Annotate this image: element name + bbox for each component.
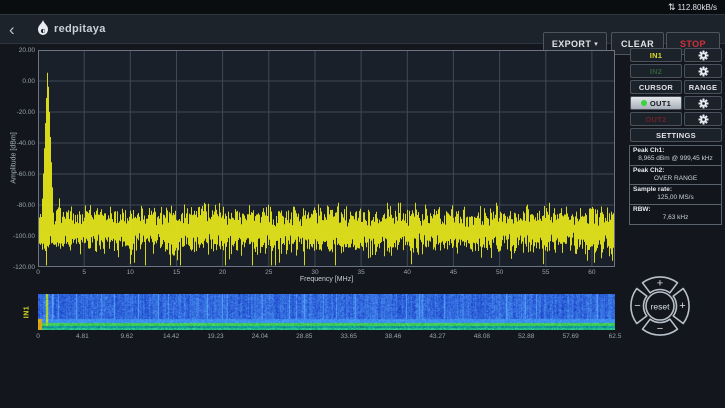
channel-label-in1: IN1 [649, 50, 663, 60]
panel-value: 125,00 MS/s [657, 194, 694, 202]
channel-button-out2[interactable]: OUT2 [630, 112, 682, 126]
panel-label: Peak Ch1: [633, 147, 665, 154]
x-tick-label: 45 [449, 269, 458, 276]
caret-down-icon: ▾ [594, 40, 599, 48]
x-axis-title: Frequency [MHz] [299, 276, 354, 283]
waterfall-tick-label: 0 [36, 333, 40, 340]
gear-button-in1[interactable] [684, 48, 722, 62]
x-tick-label: 35 [357, 269, 365, 276]
status-dot [640, 100, 647, 106]
y-tick-label: -40.00 [16, 139, 35, 147]
waterfall-tick-label: 52.88 [518, 333, 535, 340]
app: ⇅ 112.80kB/s ‹ redpitaya EXPORT ▾ CLEAR … [0, 0, 725, 408]
x-tick-label: 25 [265, 269, 273, 276]
waterfall-tick-label: 24.04 [251, 333, 269, 340]
waterfall-tick-label: 28.85 [296, 333, 313, 340]
waterfall-display [38, 294, 615, 330]
export-label: EXPORT [551, 38, 592, 49]
gear-icon [697, 113, 709, 125]
panel-peak-ch2: Peak Ch2: OVER RANGE [629, 164, 722, 186]
channel-button-in2[interactable]: IN2 [630, 64, 682, 78]
brand-name: redpitaya [54, 22, 106, 35]
waterfall-tick-label: 38.46 [384, 333, 402, 340]
gear-button-out2[interactable] [684, 112, 722, 126]
panel-rbw: RBW: 7,63 kHz [629, 204, 722, 225]
x-tick-label: 5 [82, 269, 86, 276]
gear-button-out1[interactable] [684, 96, 722, 110]
y-tick-label: -100.00 [12, 232, 35, 240]
x-tick-label: 40 [403, 269, 411, 276]
y-tick-label: -20.00 [16, 108, 35, 116]
waterfall-tick-label: 4.81 [76, 333, 89, 340]
x-tick-label: 50 [495, 269, 504, 276]
spectrum-plot[interactable] [38, 50, 615, 267]
x-tick-label: 20 [219, 269, 227, 276]
brand-logo: redpitaya [36, 20, 106, 37]
panel-label: Sample rate: [633, 186, 673, 194]
channel-button-in1[interactable]: IN1 [630, 48, 682, 62]
y-tick-label: -60.00 [16, 170, 35, 178]
channel-label-out2: OUT2 [645, 114, 667, 124]
x-tick-label: 0 [36, 269, 40, 276]
gear-button-in2[interactable] [684, 64, 722, 78]
channel-button-out1[interactable]: OUT1 [630, 96, 682, 110]
toolbar: ‹ redpitaya EXPORT ▾ CLEAR STOP [0, 14, 725, 55]
waterfall-tick-label: 19.23 [207, 333, 224, 340]
settings-button[interactable]: SETTINGS [630, 128, 722, 142]
panel-value: 7,63 kHz [662, 214, 689, 222]
waterfall-tick-label: 48.08 [473, 333, 490, 340]
waterfall-tick-label: 57.69 [562, 333, 579, 340]
gear-icon [697, 49, 709, 61]
panel-sample-rate: Sample rate: 125,00 MS/s [629, 184, 722, 206]
x-tick-label: 10 [126, 269, 134, 276]
back-button[interactable]: ‹ [9, 18, 15, 42]
waterfall-channel-label: IN1 [23, 305, 31, 319]
panel-value: 8,965 dBm @ 999,45 kHz [638, 155, 713, 162]
panel-label: Peak Ch2: [633, 166, 665, 174]
y-tick-label: 0.00 [22, 77, 35, 85]
channel-label-out1: OUT1 [649, 98, 672, 108]
spectrum-trace-in1 [38, 72, 615, 266]
gear-icon [697, 65, 709, 77]
waterfall-tick-label: 43.27 [429, 333, 446, 340]
waterfall-tick-label: 9.62 [120, 333, 134, 340]
x-tick-label: 60 [588, 269, 596, 276]
waterfall-tick-label: 33.65 [340, 333, 357, 340]
channel-label-in2: IN2 [649, 66, 663, 76]
panel-peak-ch1: Peak Ch1: 8,965 dBm @ 999,45 kHz [629, 145, 722, 166]
x-tick-label: 15 [172, 269, 181, 276]
x-tick-label: 30 [311, 269, 319, 276]
transfer-rate-value: 112.80kB/s [677, 2, 717, 12]
zoom-right-label: + [679, 300, 685, 312]
transfer-arrows-icon: ⇅ [668, 1, 676, 12]
panel-value: OVER RANGE [653, 174, 698, 182]
zoom-navpad: + − − + reset [630, 276, 690, 336]
y-tick-label: -80.00 [16, 201, 35, 209]
cursor-button[interactable]: CURSOR [630, 80, 682, 94]
zoom-up-label: + [657, 278, 663, 290]
waterfall-tick-label: 14.42 [163, 333, 180, 340]
status-strip: ⇅ 112.80kB/s [0, 0, 725, 14]
y-tick-label: 20.00 [18, 46, 35, 54]
panel-label: RBW: [633, 206, 651, 214]
range-button[interactable]: RANGE [684, 80, 722, 94]
reset-label[interactable]: reset [651, 302, 671, 312]
x-tick-label: 55 [542, 269, 550, 276]
transfer-rate-indicator: ⇅ 112.80kB/s [668, 1, 717, 12]
gear-icon [697, 97, 709, 109]
zoom-left-label: − [634, 300, 640, 312]
zoom-down-label: − [657, 323, 663, 335]
flame-icon [37, 20, 49, 35]
